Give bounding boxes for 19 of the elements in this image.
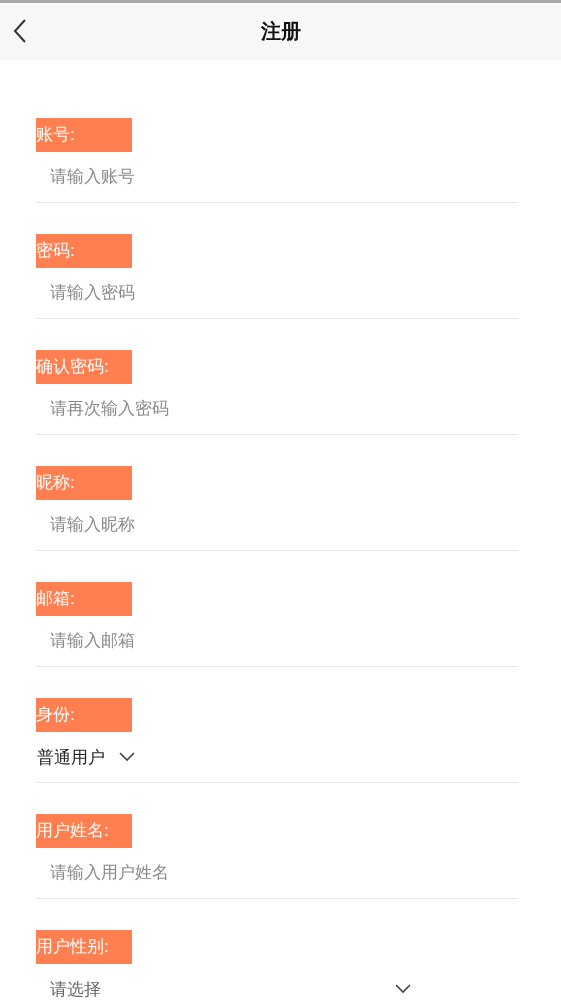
field-label: 用户姓名: <box>36 814 132 848</box>
field-label: 邮箱: <box>36 582 132 616</box>
field-label: 身份: <box>36 698 132 732</box>
chevron-down-icon <box>119 752 135 762</box>
field-label: 密码: <box>36 234 132 268</box>
text-input-field[interactable]: 请再次输入密码 <box>36 399 518 419</box>
field-label: 账号: <box>36 118 132 152</box>
text-input-field[interactable]: 请输入账号 <box>36 167 518 187</box>
dropdown-select[interactable]: 普通用户 <box>36 737 135 777</box>
text-input-field[interactable]: 请输入密码 <box>36 283 518 303</box>
field-label: 确认密码: <box>36 350 132 384</box>
text-input-field[interactable]: 请输入邮箱 <box>36 631 518 651</box>
chevron-down-icon <box>395 984 411 994</box>
text-input-field[interactable]: 请输入昵称 <box>36 515 518 535</box>
field-label: 昵称: <box>36 466 132 500</box>
text-input-field[interactable]: 请输入用户姓名 <box>36 863 518 883</box>
field-label: 用户性别: <box>36 930 132 964</box>
dropdown-select[interactable]: 请选择 <box>36 969 411 1001</box>
page-title: 注册 <box>260 19 301 44</box>
